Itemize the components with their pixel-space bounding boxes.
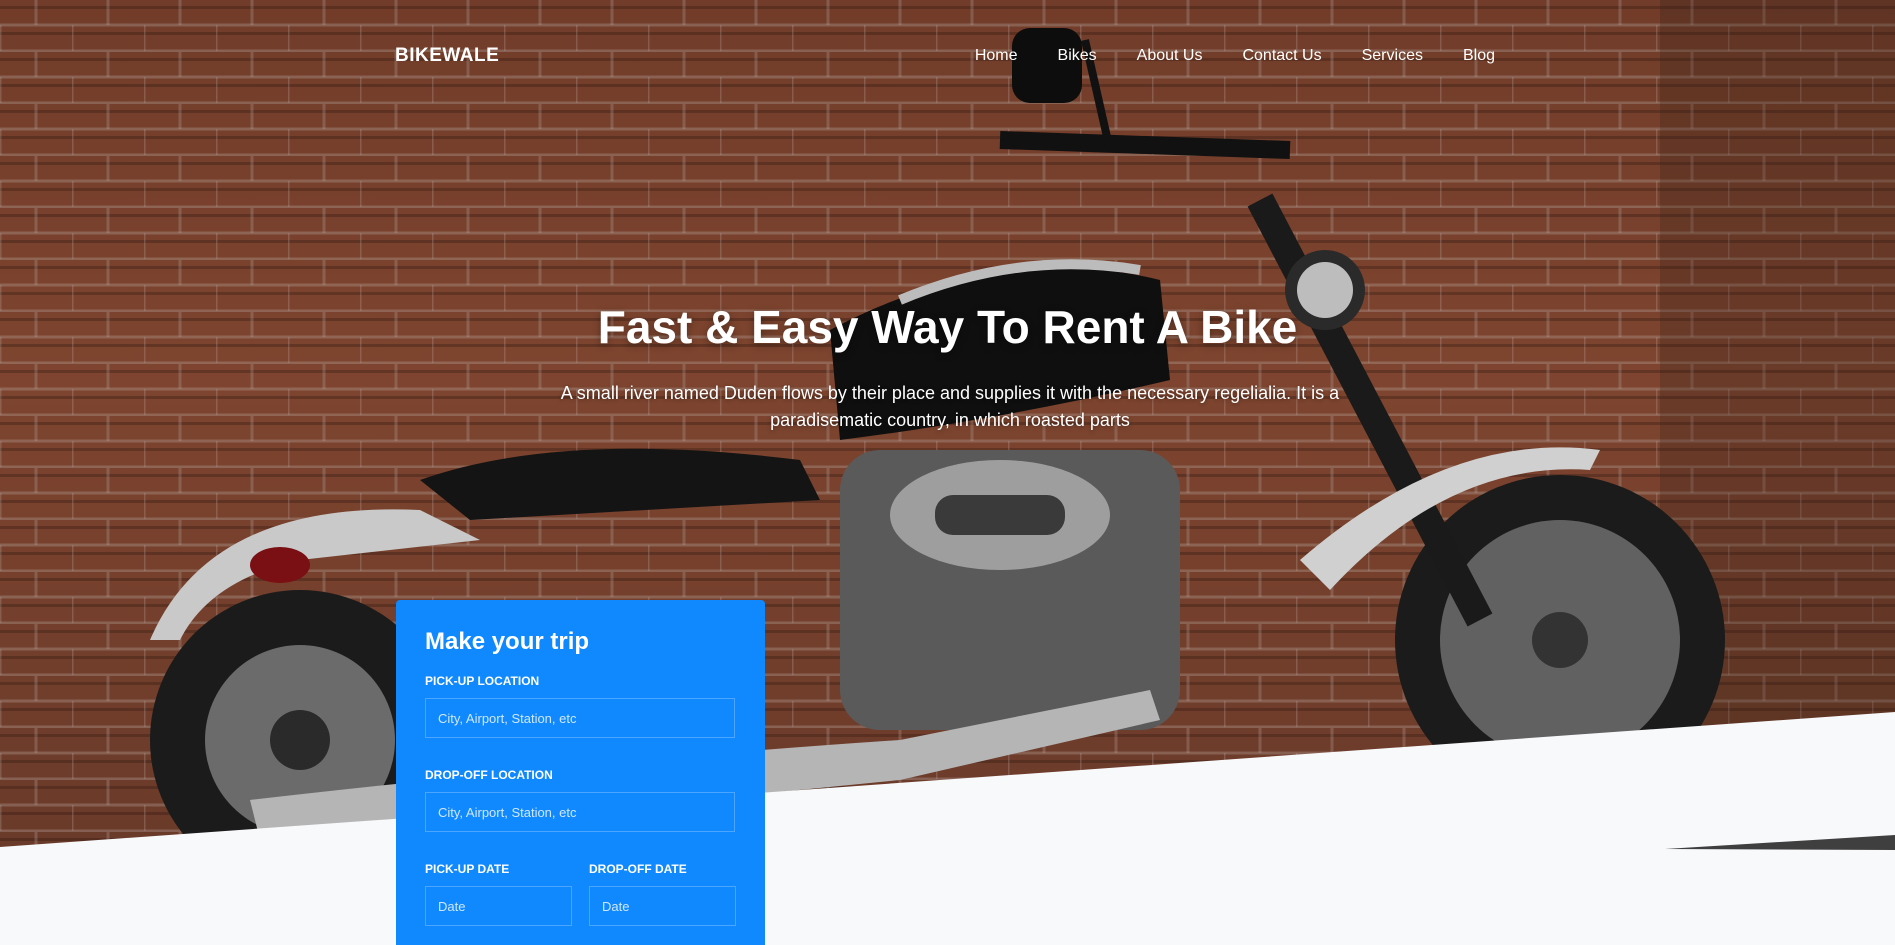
hero-bottom-slant (0, 712, 1895, 945)
dropoff-location-input[interactable] (425, 792, 735, 832)
trip-form-title: Make your trip (425, 628, 590, 655)
brand-logo[interactable]: BIKEWALE (395, 45, 499, 67)
nav-item-bikes[interactable]: Bikes (1058, 47, 1097, 65)
hero-headline: Fast & Easy Way To Rent A Bike (597, 301, 1298, 353)
dropoff-date-group: DROP-OFF DATE (589, 862, 736, 945)
dropoff-date-input[interactable] (589, 886, 736, 926)
nav-item-services[interactable]: Services (1362, 47, 1423, 65)
pickup-date-label: PICK-UP DATE (425, 862, 510, 876)
pickup-location-label: PICK-UP LOCATION (425, 674, 540, 688)
navbar: BIKEWALE Home Bikes About Us Contact Us … (395, 40, 1495, 72)
dropoff-date-label: DROP-OFF DATE (589, 862, 687, 876)
pickup-date-input[interactable] (425, 886, 572, 926)
nav-item-blog[interactable]: Blog (1463, 47, 1495, 65)
dropoff-location-label: DROP-OFF LOCATION (425, 768, 553, 782)
trip-form: Make your trip PICK-UP LOCATION DROP-OFF… (396, 600, 765, 945)
hero-section: BIKEWALE Home Bikes About Us Contact Us … (0, 0, 1895, 945)
nav-item-about-us[interactable]: About Us (1137, 47, 1203, 65)
pickup-date-group: PICK-UP DATE (425, 862, 572, 945)
nav-item-home[interactable]: Home (975, 47, 1018, 65)
pickup-location-input[interactable] (425, 698, 735, 738)
hero-subtext: A small river named Duden flows by their… (560, 383, 1340, 430)
nav-menu: Home Bikes About Us Contact Us Services … (975, 47, 1495, 65)
nav-item-contact-us[interactable]: Contact Us (1242, 47, 1321, 65)
date-row: PICK-UP DATE DROP-OFF DATE (425, 862, 736, 945)
